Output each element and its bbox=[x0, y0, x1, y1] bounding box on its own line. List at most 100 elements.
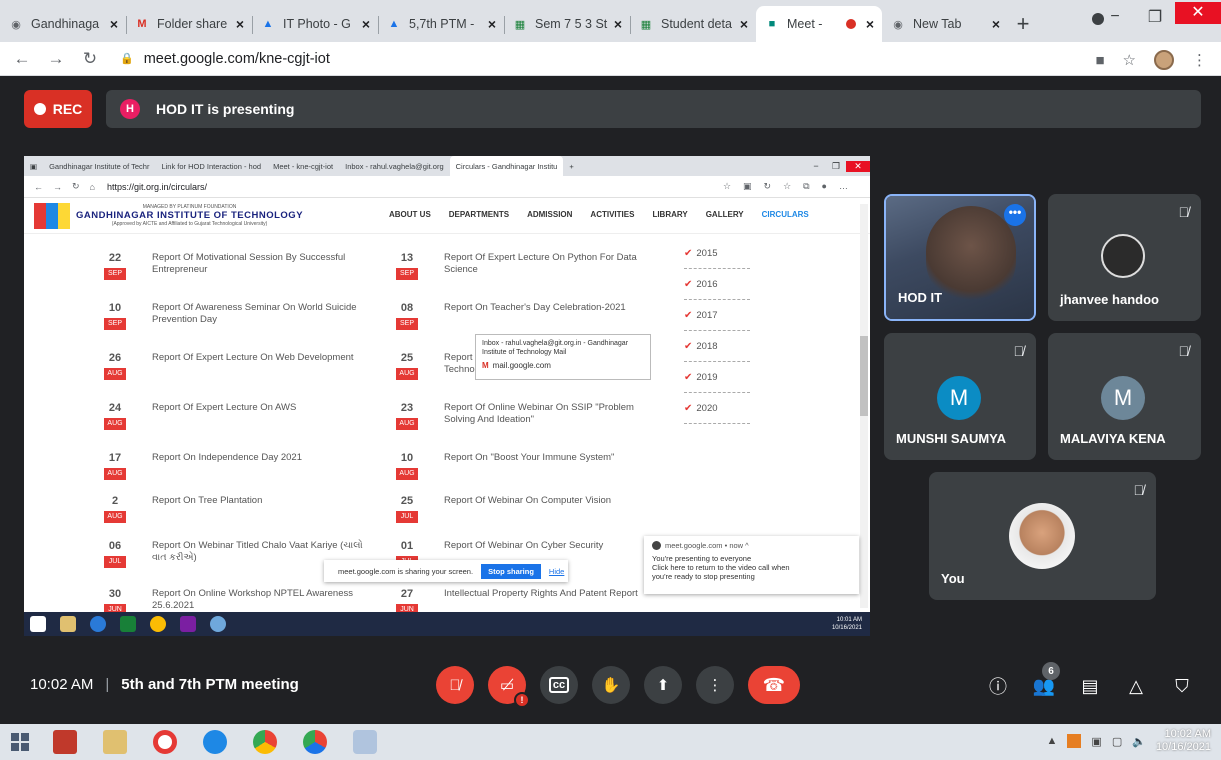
sheets-icon: ▦ bbox=[640, 18, 652, 31]
participant-tile-malaviya[interactable]: 🎙̸ M MALAVIYA KENA bbox=[1048, 333, 1201, 460]
present-button[interactable]: ⬆ bbox=[644, 666, 682, 704]
url-field[interactable]: 🔒 meet.google.com/kne-cgjt-iot bbox=[120, 51, 330, 67]
check-icon: ✔ bbox=[684, 371, 693, 383]
close-tab-icon[interactable]: × bbox=[488, 16, 496, 32]
close-tab-icon[interactable]: × bbox=[110, 16, 118, 32]
tray-app-icon[interactable] bbox=[1067, 734, 1082, 748]
circular-entry: 26 AUG Report Of Expert Lecture On Web Dev… bbox=[104, 352, 367, 380]
check-icon: ✔ bbox=[684, 309, 693, 321]
taskbar-app-chrome-alt[interactable] bbox=[290, 724, 340, 760]
camera-icon[interactable]: ■ bbox=[1095, 52, 1104, 69]
shared-url: https://git.org.in/circulars/ bbox=[106, 181, 208, 192]
circular-entry: 13 SEP Report Of Expert Lecture On Python … bbox=[396, 252, 659, 280]
year-item: ✔ 2016 bbox=[684, 269, 750, 300]
participant-tile-jhanvee[interactable]: 🎙̸ jhanvee handoo bbox=[1048, 194, 1201, 321]
close-tab-icon[interactable]: × bbox=[992, 16, 1000, 32]
year-label: 2018 bbox=[696, 340, 718, 352]
bookmark-star-icon[interactable]: ☆ bbox=[1123, 51, 1136, 69]
browser-tab[interactable]: ◉ New Tab × bbox=[882, 6, 1008, 42]
activities-button[interactable]: △ bbox=[1122, 672, 1150, 700]
browser-tab[interactable]: M Folder share × bbox=[126, 6, 252, 42]
taskbar-app-opera[interactable] bbox=[140, 724, 190, 760]
browser-tab[interactable]: ◉ Gandhinaga × bbox=[0, 6, 126, 42]
new-tab-icon[interactable]: + bbox=[1008, 6, 1038, 42]
date-month: SEP bbox=[396, 318, 418, 330]
host-controls-button[interactable]: ⛉ bbox=[1168, 672, 1196, 700]
browser-tab[interactable]: ▦ Student deta × bbox=[630, 6, 756, 42]
back-icon[interactable]: ← bbox=[10, 49, 34, 69]
circular-title: Report On Teacher's Day Celebration-2021 bbox=[444, 302, 626, 313]
date-day: 08 bbox=[400, 302, 414, 314]
edge-icon bbox=[203, 730, 227, 754]
volume-icon[interactable]: 🔈 bbox=[1132, 735, 1146, 748]
gmail-icon: M bbox=[137, 18, 147, 30]
captions-button[interactable]: cc bbox=[540, 666, 578, 704]
browser-tab[interactable]: ▦ Sem 7 5 3 St × bbox=[504, 6, 630, 42]
circular-entry: 2 AUG Report On Tree Plantation bbox=[104, 495, 367, 523]
browser-tab[interactable]: ▲ IT Photo - G × bbox=[252, 6, 378, 42]
camera-toggle-button[interactable]: ▭̸! bbox=[488, 666, 530, 708]
close-tab-icon[interactable]: × bbox=[740, 16, 748, 32]
mic-off-icon: 🎙̸ bbox=[449, 676, 461, 694]
taskbar-app-chrome[interactable] bbox=[240, 724, 290, 760]
more-options-icon[interactable]: ••• bbox=[1004, 204, 1026, 226]
forward-icon[interactable]: → bbox=[44, 49, 68, 69]
record-dot-icon bbox=[33, 103, 46, 115]
date-day: 25 bbox=[400, 495, 414, 507]
year-archive: ✔ 2015 ✔ 2016 ✔ 2017 ✔ 2018 ✔ 2019 ✔ 2020 bbox=[684, 238, 750, 424]
close-tab-icon[interactable]: × bbox=[362, 16, 370, 32]
browser-tab[interactable]: ▲ 5,7th PTM - × bbox=[378, 6, 504, 42]
close-tab-icon[interactable]: × bbox=[614, 16, 622, 32]
lock-icon[interactable]: 🔒 bbox=[120, 52, 134, 65]
participant-tile-you[interactable]: 🎙̸ You bbox=[929, 472, 1156, 600]
browser-tab[interactable]: ■ Meet - × bbox=[756, 6, 882, 42]
participant-tile-hod-it[interactable]: ••• HOD IT bbox=[884, 194, 1036, 321]
date-badge: 13 SEP bbox=[396, 252, 418, 280]
meeting-info-button[interactable]: ⓘ bbox=[984, 672, 1012, 700]
kebab-menu-icon[interactable]: ⋮ bbox=[1192, 51, 1207, 69]
taskbar-app-edge[interactable] bbox=[190, 724, 240, 760]
reload-icon[interactable]: ↻ bbox=[78, 49, 102, 69]
more-options-button[interactable]: ⋮ bbox=[696, 666, 734, 704]
close-tab-icon[interactable]: × bbox=[236, 16, 244, 32]
paint-icon bbox=[353, 730, 377, 754]
meeting-time: 10:02 AM bbox=[30, 676, 94, 693]
start-button[interactable] bbox=[0, 724, 40, 760]
tray-network-icon[interactable]: ▣ bbox=[1091, 735, 1101, 748]
taskbar-app-paint[interactable] bbox=[340, 724, 390, 760]
url-text: meet.google.com/kne-cgjt-iot bbox=[143, 50, 330, 67]
participant-name: HOD IT bbox=[898, 290, 943, 305]
profile-avatar[interactable] bbox=[1154, 50, 1174, 70]
circular-title: Report Of Expert Lecture On Python For D… bbox=[444, 252, 637, 275]
shared-clock-date: 10/16/2021 bbox=[831, 625, 862, 631]
site-name-block: MANAGED BY PLATINUM FOUNDATION GANDHINAG… bbox=[76, 204, 303, 227]
site-name: GANDHINAGAR INSTITUTE OF TECHNOLOGY bbox=[76, 210, 304, 221]
date-day: 26 bbox=[108, 352, 122, 364]
taskbar-date: 10/16/2021 bbox=[1155, 741, 1211, 753]
minimize-icon[interactable]: − bbox=[1095, 8, 1135, 26]
taskbar-app-explorer[interactable] bbox=[90, 724, 140, 760]
close-tab-icon[interactable]: × bbox=[866, 16, 874, 32]
tray-display-icon[interactable]: ▢ bbox=[1112, 735, 1122, 748]
people-button[interactable]: 👥 6 bbox=[1030, 662, 1060, 700]
close-window-icon[interactable]: ✕ bbox=[1175, 2, 1221, 24]
recording-indicator[interactable]: REC bbox=[24, 90, 92, 128]
raise-hand-button[interactable]: ✋ bbox=[592, 666, 630, 704]
taskbar-app-ms[interactable] bbox=[40, 724, 90, 760]
leave-call-button[interactable]: ☎ bbox=[748, 666, 800, 704]
date-badge: 2 AUG bbox=[104, 495, 126, 523]
circular-title: Report Of Webinar On Computer Vision bbox=[444, 495, 612, 506]
taskbar-clock[interactable]: 10:02 AM 10/16/2021 bbox=[1156, 728, 1211, 754]
date-day: 24 bbox=[108, 402, 122, 414]
mic-toggle-button[interactable]: 🎙̸ bbox=[436, 666, 474, 704]
participant-tile-munshi[interactable]: 🎙̸ M MUNSHI SAUMYA bbox=[884, 333, 1036, 460]
circular-title: Report On "Boost Your Immune System" bbox=[444, 452, 615, 463]
participant-count-badge: 6 bbox=[1042, 662, 1060, 680]
date-badge: 23 AUG bbox=[396, 402, 418, 430]
restore-icon[interactable]: ❐ bbox=[1135, 7, 1175, 27]
tab-title: Student deta bbox=[661, 17, 732, 31]
tray-chevron-icon[interactable]: ▲ bbox=[1047, 735, 1058, 747]
opera-icon bbox=[153, 730, 177, 754]
chat-button[interactable]: ▤ bbox=[1076, 672, 1104, 700]
shared-window-controls: − ❐ ✕ bbox=[806, 160, 870, 172]
